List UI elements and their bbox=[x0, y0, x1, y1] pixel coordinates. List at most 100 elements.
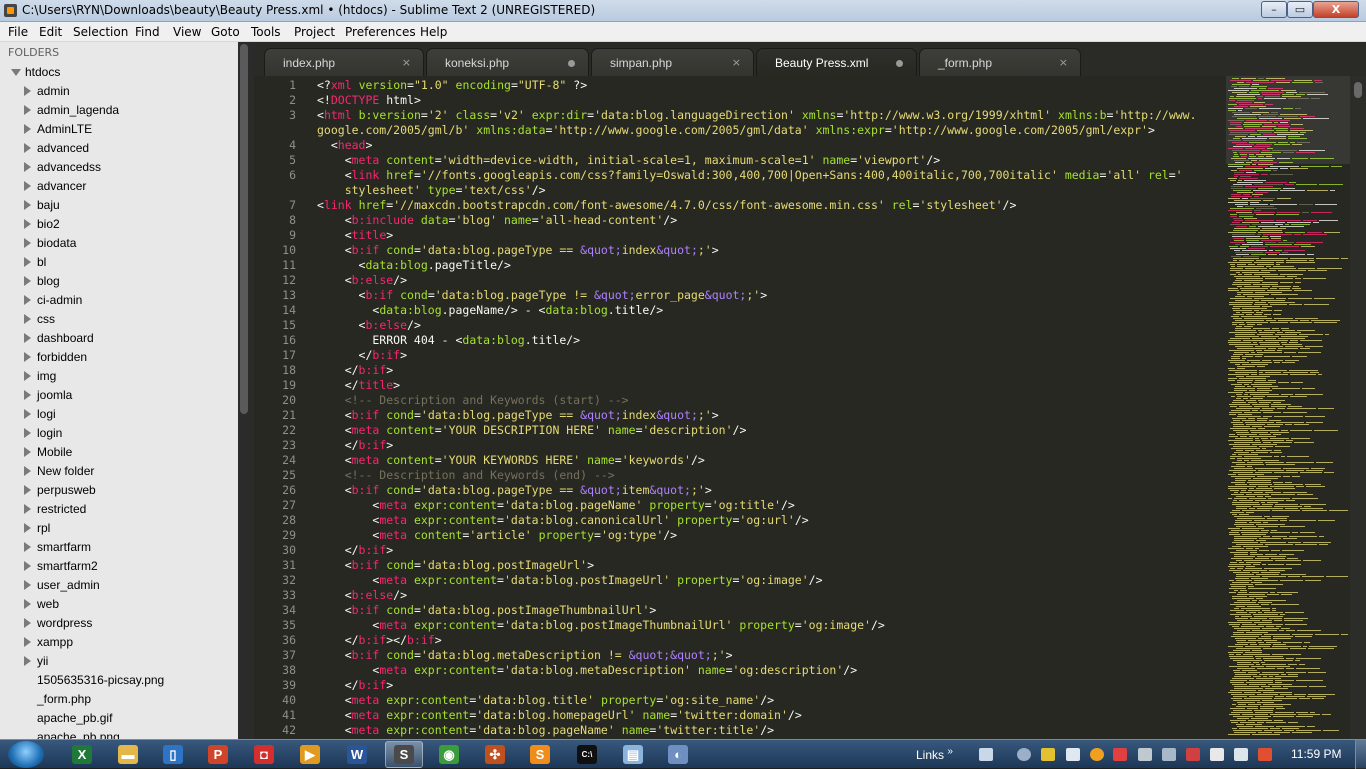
chevron-right-icon[interactable] bbox=[24, 580, 31, 590]
tray-usb-icon[interactable] bbox=[1210, 748, 1224, 761]
minimap[interactable] bbox=[1226, 76, 1350, 739]
tray-link-icon[interactable] bbox=[1017, 748, 1031, 761]
excel-icon[interactable]: X bbox=[72, 745, 92, 764]
tree-file-item[interactable]: 1505635316-picsay.png bbox=[0, 671, 238, 690]
chevron-right-icon[interactable] bbox=[24, 504, 31, 514]
code-line[interactable]: 27 <meta expr:content='data:blog.pageNam… bbox=[254, 498, 1226, 513]
chevron-right-icon[interactable] bbox=[24, 314, 31, 324]
code-line[interactable]: 3 <html b:version='2' class='v2' expr:dir… bbox=[254, 108, 1226, 123]
code-line[interactable]: 31 <b:if cond='data:blog.postImageUrl'> bbox=[254, 558, 1226, 573]
tree-folder-item[interactable]: restricted bbox=[0, 500, 238, 519]
code-line[interactable]: 33 <b:else/> bbox=[254, 588, 1226, 603]
network-error-icon[interactable] bbox=[1186, 748, 1200, 761]
code-line[interactable]: 42 <meta expr:content='data:blog.pageNam… bbox=[254, 723, 1226, 738]
menu-selection[interactable]: Selection bbox=[73, 25, 128, 39]
code-line[interactable]: 41 <meta expr:content='data:blog.homepag… bbox=[254, 708, 1226, 723]
tree-folder-item[interactable]: joomla bbox=[0, 386, 238, 405]
media-player-icon[interactable]: ▶ bbox=[300, 745, 320, 764]
chevron-right-icon[interactable] bbox=[24, 561, 31, 571]
tree-folder-item[interactable]: user_admin bbox=[0, 576, 238, 595]
chevron-right-icon[interactable] bbox=[24, 143, 31, 153]
code-line[interactable]: 23 </b:if> bbox=[254, 438, 1226, 453]
chevron-right-icon[interactable] bbox=[24, 238, 31, 248]
chevron-right-icon[interactable] bbox=[24, 257, 31, 267]
tree-folder-item[interactable]: AdminLTE bbox=[0, 120, 238, 139]
tab--form-php[interactable]: _form.php × bbox=[919, 48, 1081, 76]
tab-beauty-press-xml[interactable]: Beauty Press.xml bbox=[756, 48, 917, 76]
code-line[interactable]: 10 <b:if cond='data:blog.pageType == &qu… bbox=[254, 243, 1226, 258]
signal-icon[interactable] bbox=[1066, 748, 1080, 761]
chevron-right-icon[interactable] bbox=[24, 124, 31, 134]
tree-folder-item[interactable]: baju bbox=[0, 196, 238, 215]
code-line[interactable]: 17 </b:if> bbox=[254, 348, 1226, 363]
code-editor[interactable]: 1 <?xml version="1.0" encoding="UTF-8" ?>… bbox=[254, 76, 1226, 739]
code-line[interactable]: 34 <b:if cond='data:blog.postImageThumbn… bbox=[254, 603, 1226, 618]
sublime-orange-icon[interactable]: S bbox=[530, 745, 550, 764]
code-line[interactable]: 16 ERROR 404 - <data:blog.title/> bbox=[254, 333, 1226, 348]
minimap-viewport[interactable] bbox=[1226, 76, 1350, 164]
menu-find[interactable]: Find bbox=[135, 25, 160, 39]
volume-icon[interactable] bbox=[1234, 748, 1248, 761]
menu-preferences[interactable]: Preferences bbox=[345, 25, 416, 39]
tree-folder-item[interactable]: rpl bbox=[0, 519, 238, 538]
code-line[interactable]: 36 </b:if></b:if> bbox=[254, 633, 1226, 648]
tray-orange-icon[interactable] bbox=[1090, 748, 1104, 761]
tree-folder-item[interactable]: bl bbox=[0, 253, 238, 272]
explorer-icon[interactable]: ▬ bbox=[118, 745, 138, 764]
tab-index-php[interactable]: index.php × bbox=[264, 48, 424, 76]
chevron-right-icon[interactable] bbox=[24, 200, 31, 210]
word-icon[interactable]: W bbox=[347, 745, 367, 764]
menu-tools[interactable]: Tools bbox=[251, 25, 281, 39]
chevron-right-icon[interactable] bbox=[24, 637, 31, 647]
minimize-button[interactable]: – bbox=[1261, 1, 1287, 18]
menu-goto[interactable]: Goto bbox=[211, 25, 240, 39]
tree-folder-item[interactable]: wordpress bbox=[0, 614, 238, 633]
code-line[interactable]: 7 <link href='//maxcdn.bootstrapcdn.com/f… bbox=[254, 198, 1226, 213]
code-line[interactable]: 9 <title> bbox=[254, 228, 1226, 243]
app-blue-icon[interactable]: ▯ bbox=[163, 745, 183, 764]
tree-folder-item[interactable]: dashboard bbox=[0, 329, 238, 348]
tray-app-icon[interactable] bbox=[1041, 748, 1055, 761]
code-line[interactable]: 15 <b:else/> bbox=[254, 318, 1226, 333]
tree-folder-item[interactable]: css bbox=[0, 310, 238, 329]
code-line[interactable]: 32 <meta expr:content='data:blog.postIma… bbox=[254, 573, 1226, 588]
sublime-app-icon[interactable] bbox=[4, 4, 17, 17]
cmd-icon[interactable]: C:\ bbox=[577, 745, 597, 764]
close-button[interactable]: X bbox=[1313, 1, 1359, 18]
menu-project[interactable]: Project bbox=[294, 25, 335, 39]
chevron-right-icon[interactable] bbox=[24, 618, 31, 628]
code-line[interactable]: 38 <meta expr:content='data:blog.metaDes… bbox=[254, 663, 1226, 678]
chevron-right-icon[interactable] bbox=[24, 447, 31, 457]
show-desktop-button[interactable] bbox=[1355, 740, 1366, 769]
tree-folder-item[interactable]: ci-admin bbox=[0, 291, 238, 310]
tree-file-item[interactable]: _form.php bbox=[0, 690, 238, 709]
tree-folder-item[interactable]: smartfarm bbox=[0, 538, 238, 557]
chrome-icon[interactable]: ◉ bbox=[439, 745, 459, 764]
app-red-icon[interactable]: ◘ bbox=[254, 745, 274, 764]
chevron-right-icon[interactable] bbox=[24, 542, 31, 552]
chevron-right-icon[interactable] bbox=[24, 105, 31, 115]
tray-display-icon[interactable] bbox=[1162, 748, 1176, 761]
code-line[interactable]: 14 <data:blog.pageName/> - <data:blog.ti… bbox=[254, 303, 1226, 318]
chevron-right-icon[interactable] bbox=[24, 352, 31, 362]
chevron-right-icon[interactable] bbox=[24, 295, 31, 305]
tree-folder-item[interactable]: logi bbox=[0, 405, 238, 424]
menu-file[interactable]: File bbox=[8, 25, 28, 39]
tree-folder-item[interactable]: admin bbox=[0, 82, 238, 101]
tree-root-htdocs[interactable]: htdocs bbox=[0, 63, 238, 82]
chevron-right-icon[interactable] bbox=[24, 390, 31, 400]
tree-folder-item[interactable]: perpusweb bbox=[0, 481, 238, 500]
paint-icon[interactable]: ◐ bbox=[668, 745, 688, 764]
tray-red-icon[interactable] bbox=[1113, 748, 1127, 761]
close-tab-icon[interactable]: × bbox=[1059, 56, 1068, 69]
code-line[interactable]: 6 <link href='//fonts.googleapis.com/css… bbox=[254, 168, 1226, 183]
tree-folder-item[interactable]: xampp bbox=[0, 633, 238, 652]
chevron-right-icon[interactable] bbox=[24, 599, 31, 609]
chevron-right-icon[interactable] bbox=[24, 485, 31, 495]
code-line[interactable]: 1 <?xml version="1.0" encoding="UTF-8" ?> bbox=[254, 78, 1226, 93]
code-line[interactable]: 35 <meta expr:content='data:blog.postIma… bbox=[254, 618, 1226, 633]
unsaved-dot-icon[interactable] bbox=[896, 60, 903, 67]
code-line[interactable]: stylesheet' type='text/css'/> bbox=[254, 183, 1226, 198]
tree-folder-item[interactable]: New folder bbox=[0, 462, 238, 481]
menu-help[interactable]: Help bbox=[420, 25, 447, 39]
